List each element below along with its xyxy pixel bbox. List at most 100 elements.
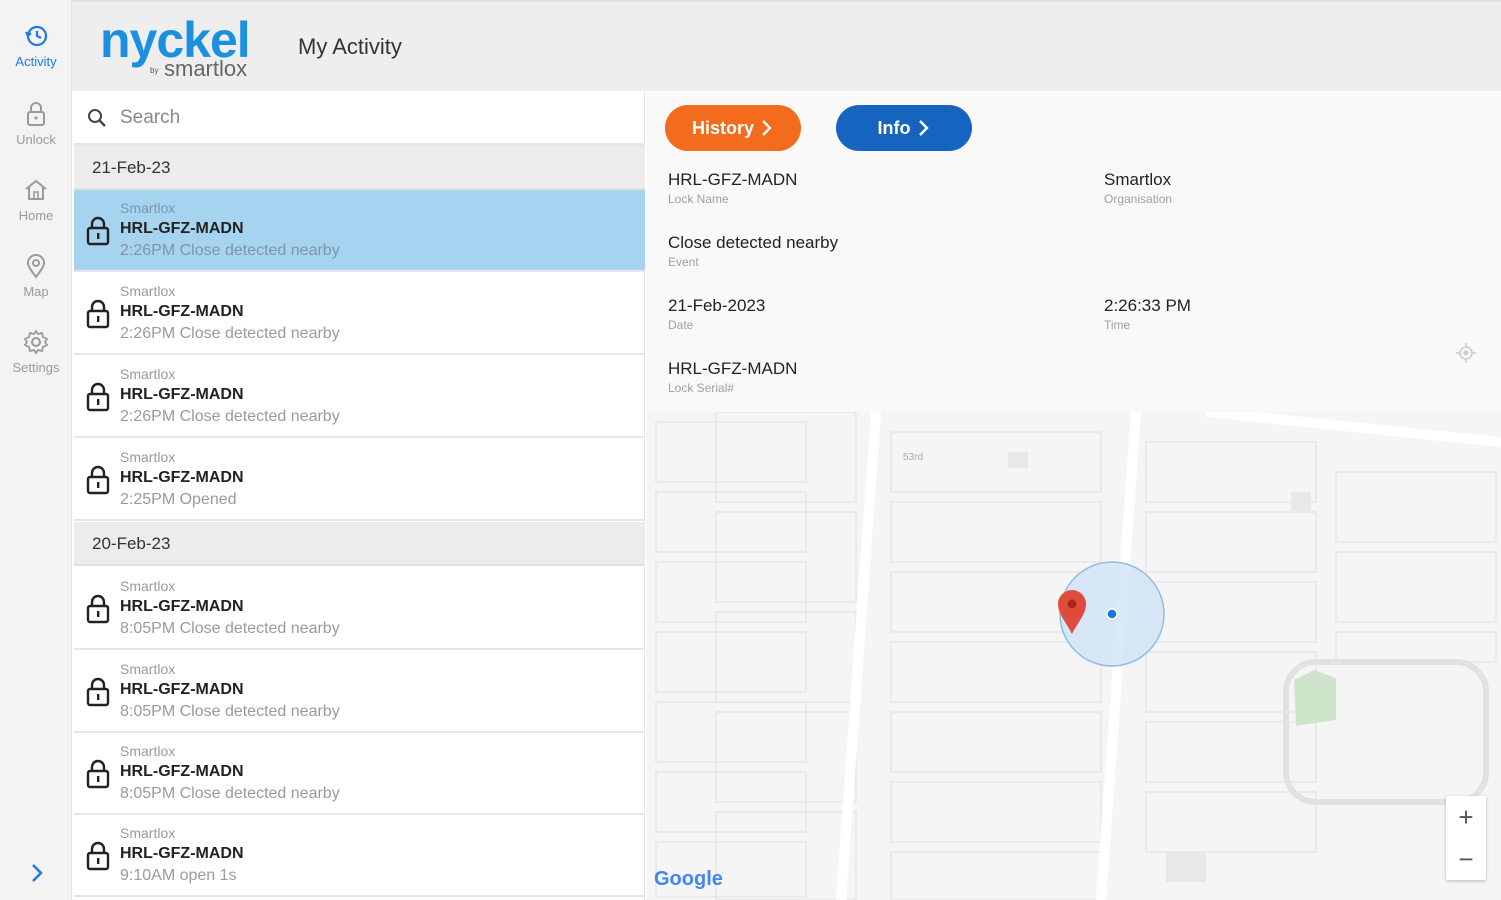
info-button-label: Info (877, 117, 911, 138)
zoom-controls: + − (1446, 796, 1486, 880)
event-value: Close detected nearby (668, 233, 839, 252)
lock-serial-label: Lock Serial# (668, 381, 735, 395)
chevron-right-icon (32, 864, 43, 882)
activity-row[interactable]: Smartlox HRL-GFZ-MADN 8:05PM Close detec… (74, 733, 645, 815)
organisation-value: Smartlox (1104, 170, 1172, 189)
date-field: 21-Feb-2023 Date (668, 296, 765, 332)
lock-serial-field: HRL-GFZ-MADN Lock Serial# (668, 359, 797, 395)
history-button[interactable]: History (665, 105, 801, 151)
date-group-header: 20-Feb-23 (74, 522, 645, 566)
time-value: 2:26:33 PM (1104, 296, 1191, 315)
home-icon (25, 179, 47, 200)
lock-icon (86, 465, 110, 495)
app-window: Activity Unlock Home Map Settings nyckel… (0, 0, 1501, 900)
activity-list-panel: 21-Feb-23 Smartlox HRL-GFZ-MADN 2:26PM C… (74, 92, 645, 900)
activity-row[interactable]: Smartlox HRL-GFZ-MADN 2:25PM Opened (74, 439, 645, 521)
lock-icon (27, 102, 45, 126)
time-label: Time (1104, 318, 1131, 332)
lock-icon (86, 841, 110, 871)
lock-serial-value: HRL-GFZ-MADN (668, 359, 798, 378)
map-tiles (646, 412, 1501, 900)
organisation-field: Smartlox Organisation (1104, 170, 1172, 206)
nav-label-home: Home (18, 208, 54, 223)
row-org: Smartlox (120, 200, 176, 216)
row-org: Smartlox (120, 825, 176, 841)
logo-by: by (150, 66, 159, 75)
row-event: 2:26PM Close detected nearby (120, 408, 340, 425)
zoom-in-button[interactable]: + (1446, 796, 1486, 838)
nav-label-settings: Settings (12, 360, 60, 375)
organisation-label: Organisation (1104, 192, 1173, 206)
activity-row[interactable]: Smartlox HRL-GFZ-MADN 2:26PM Close detec… (74, 273, 645, 355)
activity-row[interactable]: Smartlox HRL-GFZ-MADN 9:10AM open 1s (74, 815, 645, 897)
lock-icon (86, 677, 110, 707)
row-org: Smartlox (120, 366, 176, 382)
row-lock-name: HRL-GFZ-MADN (120, 469, 244, 486)
row-event: 2:25PM Opened (120, 491, 237, 508)
history-button-label: History (691, 117, 754, 138)
row-event: 8:05PM Close detected nearby (120, 620, 340, 637)
event-field: Close detected nearby Event (668, 233, 838, 269)
row-event: 2:26PM Close detected nearby (120, 242, 340, 259)
activity-row[interactable]: Smartlox HRL-GFZ-MADN 2:26PM Close detec… (74, 356, 645, 438)
date-group-header: 21-Feb-23 (74, 146, 645, 190)
nav-item-settings[interactable]: Settings (0, 328, 72, 398)
page-title: My Activity (298, 34, 402, 59)
nav-item-unlock[interactable]: Unlock (0, 100, 72, 170)
row-lock-name: HRL-GFZ-MADN (120, 763, 244, 780)
clock-history-icon (25, 25, 48, 47)
google-logo: Google (654, 868, 723, 890)
row-org: Smartlox (120, 578, 176, 594)
zoom-out-button[interactable]: − (1446, 838, 1486, 880)
row-org: Smartlox (120, 283, 176, 299)
row-lock-name: HRL-GFZ-MADN (120, 220, 244, 237)
event-label: Event (668, 255, 699, 269)
activity-row[interactable]: Smartlox HRL-GFZ-MADN 2:26PM Close detec… (74, 190, 645, 272)
chevron-right-icon (918, 120, 929, 136)
row-lock-name: HRL-GFZ-MADN (120, 681, 244, 698)
map-view[interactable]: 53rd + − Google (646, 412, 1501, 900)
nav-item-map[interactable]: Map (0, 252, 72, 322)
row-org: Smartlox (120, 661, 176, 677)
search-icon (88, 108, 106, 127)
nav-label-activity: Activity (15, 54, 57, 69)
row-org: Smartlox (120, 743, 176, 759)
row-lock-name: HRL-GFZ-MADN (120, 386, 244, 403)
map-pin-icon (26, 254, 46, 279)
nav-item-home[interactable]: Home (0, 176, 72, 246)
date-value: 21-Feb-2023 (668, 296, 766, 315)
info-button[interactable]: Info (836, 105, 972, 151)
date-label: Date (668, 318, 694, 332)
lock-icon (86, 299, 110, 329)
row-event: 8:05PM Close detected nearby (120, 703, 340, 720)
expand-nav-button[interactable] (22, 858, 52, 888)
row-event: 2:26PM Close detected nearby (120, 325, 340, 342)
nav-label-map: Map (23, 284, 49, 299)
lock-icon (86, 382, 110, 412)
lock-name-value: HRL-GFZ-MADN (668, 170, 798, 189)
nav-item-activity[interactable]: Activity (0, 22, 72, 92)
row-event: 8:05PM Close detected nearby (120, 785, 340, 802)
nav-label-unlock: Unlock (16, 132, 56, 147)
lock-icon (86, 759, 110, 789)
activity-row[interactable]: Smartlox HRL-GFZ-MADN 8:05PM Close detec… (74, 568, 645, 650)
activity-row[interactable]: Smartlox HRL-GFZ-MADN 8:05PM Close detec… (74, 651, 645, 733)
street-label: 53rd (903, 452, 924, 463)
lock-name-label: Lock Name (668, 192, 729, 206)
row-event: 9:10AM open 1s (120, 867, 237, 884)
chevron-right-icon (762, 120, 772, 136)
row-lock-name: HRL-GFZ-MADN (120, 303, 244, 320)
google-attribution: Google (654, 868, 723, 891)
gear-icon (23, 329, 49, 355)
lock-icon (86, 594, 110, 624)
app-header: nyckel by smartlox My Activity (72, 0, 1501, 91)
search-input[interactable] (120, 106, 620, 129)
search-bar (74, 92, 645, 146)
row-org: Smartlox (120, 449, 176, 465)
row-lock-name: HRL-GFZ-MADN (120, 598, 244, 615)
nav-rail: Activity Unlock Home Map Settings (0, 0, 72, 900)
row-lock-name: HRL-GFZ-MADN (120, 845, 244, 862)
locate-icon[interactable] (1455, 342, 1477, 364)
lock-name-field: HRL-GFZ-MADN Lock Name (668, 170, 797, 206)
nyckel-logo: nyckel by smartlox (100, 12, 270, 82)
